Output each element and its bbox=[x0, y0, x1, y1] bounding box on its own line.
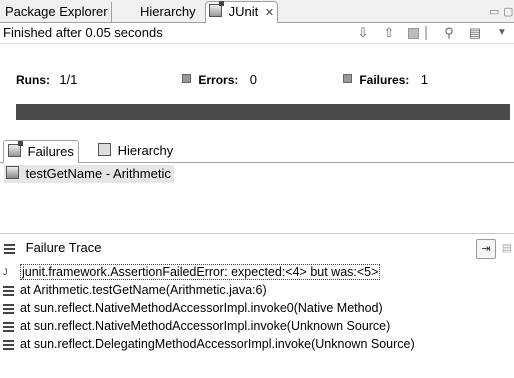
tab-package-explorer[interactable]: Package Explorer bbox=[2, 2, 112, 22]
stack-frame-icon bbox=[3, 320, 14, 334]
failure-item[interactable]: testGetName - Arithmetic bbox=[4, 165, 174, 183]
failures-only-icon[interactable] bbox=[404, 23, 422, 43]
divider bbox=[0, 233, 514, 234]
stack-frame-icon bbox=[3, 302, 14, 316]
stack-frame-icon bbox=[3, 338, 14, 352]
rerun-icon[interactable]: ⚲ bbox=[440, 23, 458, 43]
tab-label: Package Explorer bbox=[5, 4, 108, 19]
previous-failure-icon[interactable]: ⇧ bbox=[380, 23, 398, 43]
runs-label: Runs: bbox=[16, 73, 50, 87]
assertion-icon: J bbox=[3, 267, 8, 277]
tab-label: Hierarchy bbox=[117, 143, 174, 158]
error-icon bbox=[182, 74, 191, 83]
progress-bar bbox=[16, 104, 510, 120]
failure-icon bbox=[343, 74, 352, 83]
trace-line-text: at sun.reflect.NativeMethodAccessorImpl.… bbox=[20, 301, 383, 315]
status-row: Finished after 0.05 seconds ⇩ ⇧ ⚲ ▤ ▼ bbox=[0, 23, 514, 44]
tab-hierarchy[interactable]: Hierarchy bbox=[137, 2, 199, 22]
view-menu-icon[interactable]: ▼ bbox=[493, 23, 511, 43]
tab-label: JUnit bbox=[228, 4, 259, 19]
stack-trace-icon bbox=[4, 242, 15, 256]
trace-line-text: at sun.reflect.DelegatingMethodAccessorI… bbox=[20, 337, 415, 351]
errors-value: 0 bbox=[249, 72, 257, 87]
trace-line[interactable]: at Arithmetic.testGetName(Arithmetic.jav… bbox=[3, 282, 267, 298]
failure-trace-title: Failure Trace bbox=[25, 240, 102, 255]
errors-label: Errors: bbox=[198, 73, 239, 87]
failures-value: 1 bbox=[420, 72, 428, 87]
trace-line[interactable]: at sun.reflect.NativeMethodAccessorImpl.… bbox=[3, 318, 390, 334]
history-icon[interactable]: ▤ bbox=[466, 23, 484, 43]
status-text: Finished after 0.05 seconds bbox=[3, 25, 163, 40]
trace-line-text: at sun.reflect.NativeMethodAccessorImpl.… bbox=[20, 319, 391, 333]
toolbar-separator bbox=[425, 26, 427, 40]
next-failure-icon[interactable]: ⇩ bbox=[354, 23, 372, 43]
result-tabs: Failures Hierarchy bbox=[0, 138, 514, 163]
errors-counter: Errors: 0 bbox=[182, 72, 257, 87]
failures-label: Failures: bbox=[359, 73, 410, 87]
tab-hierarchy-results[interactable]: Hierarchy bbox=[94, 140, 177, 162]
hierarchy-icon bbox=[98, 143, 111, 156]
compare-icon[interactable]: ▤ bbox=[498, 239, 514, 257]
trace-line[interactable]: Jjunit.framework.AssertionFailedError: e… bbox=[3, 264, 381, 280]
filter-stack-icon[interactable]: ⇥ bbox=[476, 239, 496, 259]
failure-trace-header: Failure Trace ⇥ ▤ bbox=[0, 236, 514, 260]
trace-line-text: junit.framework.AssertionFailedError: ex… bbox=[20, 264, 381, 280]
tab-label: Failures bbox=[27, 144, 74, 159]
failures-tab-icon bbox=[8, 141, 23, 157]
tab-junit[interactable]: JUnit ✕ bbox=[205, 1, 279, 23]
tab-failures[interactable]: Failures bbox=[3, 140, 79, 163]
trace-line-text: at Arithmetic.testGetName(Arithmetic.jav… bbox=[20, 283, 267, 297]
failure-item-label: testGetName - Arithmetic bbox=[25, 166, 171, 181]
tab-label: Hierarchy bbox=[140, 4, 196, 19]
trace-line[interactable]: at sun.reflect.NativeMethodAccessorImpl.… bbox=[3, 300, 383, 316]
trace-line[interactable]: at sun.reflect.DelegatingMethodAccessorI… bbox=[3, 336, 415, 352]
view-tab-bar: Package Explorer Hierarchy JUnit ✕ ▭ ▢ bbox=[0, 0, 514, 23]
runs-value: 1/1 bbox=[59, 72, 78, 87]
test-failure-icon bbox=[6, 166, 19, 179]
progress-bar-fill bbox=[16, 104, 510, 120]
failures-counter: Failures: 1 bbox=[343, 72, 428, 87]
minimize-icon[interactable]: ▭ bbox=[489, 5, 499, 18]
close-icon[interactable]: ✕ bbox=[265, 7, 274, 19]
runs-counter: Runs: 1/1 bbox=[16, 72, 77, 87]
stack-frame-icon bbox=[3, 284, 14, 298]
maximize-icon[interactable]: ▢ bbox=[503, 5, 513, 18]
junit-icon bbox=[209, 1, 224, 17]
